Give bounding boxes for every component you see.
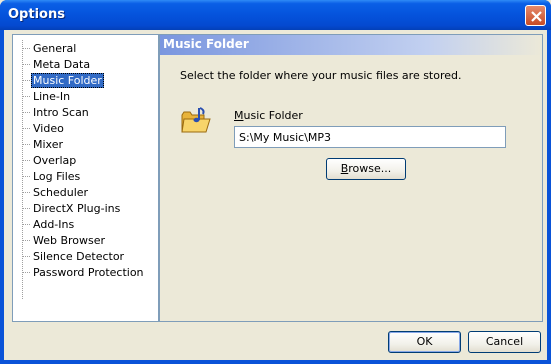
browse-button[interactable]: Browse...: [326, 158, 406, 180]
tree-branch-line: [22, 192, 30, 193]
tree-branch-line: [22, 64, 30, 65]
tree-item-log-files[interactable]: Log Files: [31, 169, 82, 184]
tree-branch-line: [22, 272, 30, 273]
title-bar[interactable]: Options: [0, 0, 551, 30]
tree-branch-line: [22, 256, 30, 257]
tree-branch-line: [22, 208, 30, 209]
music-folder-label-rest: usic Folder: [243, 109, 303, 122]
tree-item-music-folder[interactable]: Music Folder: [31, 73, 104, 88]
tree-item-directx-plug-ins[interactable]: DirectX Plug-ins: [31, 201, 122, 216]
tree-item-meta-data[interactable]: Meta Data: [31, 57, 92, 72]
close-button[interactable]: [525, 5, 546, 26]
tree-item-intro-scan[interactable]: Intro Scan: [31, 105, 91, 120]
options-window: Options General Meta Data Music Folder Line…: [0, 0, 551, 364]
ok-button[interactable]: OK: [388, 331, 461, 353]
panel-description: Select the folder where your music files…: [180, 69, 462, 82]
settings-panel: Music Folder Select the folder where you…: [159, 34, 543, 322]
music-folder-label: Music Folder: [234, 109, 303, 122]
tree-branch-line: [22, 144, 30, 145]
music-folder-input[interactable]: [234, 126, 506, 148]
tree-branch-line: [22, 112, 30, 113]
music-folder-icon: [181, 107, 211, 133]
tree-branch-line: [22, 160, 30, 161]
tree-item-add-ins[interactable]: Add-Ins: [31, 217, 76, 232]
tree-item-web-browser[interactable]: Web Browser: [31, 233, 107, 248]
tree-branch-line: [22, 128, 30, 129]
tree-guide-line: [22, 40, 23, 299]
tree-branch-line: [22, 176, 30, 177]
dialog-body: General Meta Data Music Folder Line-In Intro…: [4, 30, 547, 360]
tree-branch-line: [22, 224, 30, 225]
music-folder-label-accel: M: [234, 109, 244, 122]
panel-title: Music Folder: [163, 37, 249, 51]
browse-button-rest: rowse...: [348, 162, 392, 175]
tree-branch-line: [22, 240, 30, 241]
tree-branch-line: [22, 80, 30, 81]
tree-branch-line: [22, 96, 30, 97]
tree-item-mixer[interactable]: Mixer: [31, 137, 65, 152]
tree-item-overlap[interactable]: Overlap: [31, 153, 78, 168]
tree-item-line-in[interactable]: Line-In: [31, 89, 72, 104]
tree-item-video[interactable]: Video: [31, 121, 66, 136]
options-tree[interactable]: General Meta Data Music Folder Line-In Intro…: [12, 34, 159, 322]
window-title: Options: [8, 7, 65, 22]
tree-item-silence-detector[interactable]: Silence Detector: [31, 249, 126, 264]
tree-item-scheduler[interactable]: Scheduler: [31, 185, 90, 200]
tree-item-general[interactable]: General: [31, 41, 78, 56]
close-icon: [531, 11, 542, 22]
panel-header: Music Folder: [160, 35, 542, 55]
tree-item-password-protection[interactable]: Password Protection: [31, 265, 146, 280]
tree-branch-line: [22, 48, 30, 49]
cancel-button[interactable]: Cancel: [468, 331, 541, 353]
